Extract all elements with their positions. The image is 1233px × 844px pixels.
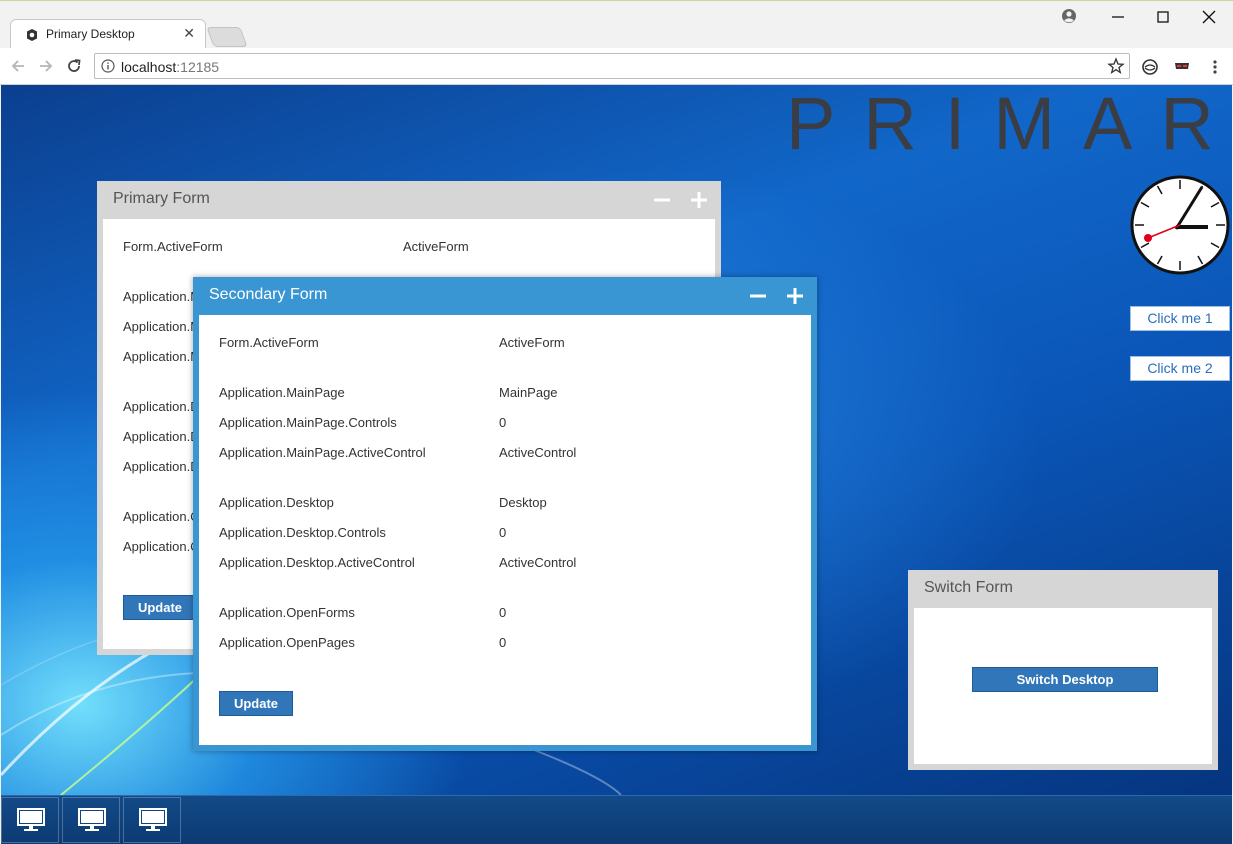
primary-row-label: Application.M bbox=[123, 319, 202, 334]
tab-close-icon[interactable]: ✕ bbox=[183, 25, 195, 42]
primary-row-label: Application.D bbox=[123, 459, 200, 474]
switch-form-body: Switch Desktop bbox=[914, 608, 1212, 764]
secondary-row-label: Application.MainPage.Controls bbox=[219, 415, 397, 430]
secondary-form-body: Form.ActiveForm ActiveForm Application.M… bbox=[199, 315, 811, 745]
secondary-form[interactable]: Secondary Form Form.ActiveForm ActiveFor… bbox=[193, 277, 817, 751]
secondary-row-label: Application.OpenPages bbox=[219, 635, 355, 650]
browser-tab[interactable]: Primary Desktop ✕ bbox=[10, 19, 206, 49]
back-icon[interactable] bbox=[8, 56, 28, 76]
extension-mask-icon[interactable] bbox=[1172, 57, 1192, 77]
secondary-row-label: Form.ActiveForm bbox=[219, 335, 319, 350]
tab-title: Primary Desktop bbox=[46, 27, 135, 41]
secondary-row-value: 0 bbox=[499, 415, 507, 430]
maximize-window-icon[interactable] bbox=[1153, 7, 1173, 27]
monitor-icon bbox=[78, 808, 106, 831]
primary-form-title: Primary Form bbox=[113, 190, 210, 207]
url-port: :12185 bbox=[176, 59, 220, 75]
primary-row-label: Application.M bbox=[123, 289, 202, 304]
secondary-row-label: Application.MainPage.ActiveControl bbox=[219, 445, 426, 460]
address-bar-row: localhost:12185 bbox=[0, 48, 1233, 85]
taskbar bbox=[1, 795, 1232, 844]
switch-form-title: Switch Form bbox=[924, 579, 1013, 596]
click-me-1-button[interactable]: Click me 1 bbox=[1130, 306, 1230, 331]
switch-form[interactable]: Switch Form Switch Desktop bbox=[908, 570, 1218, 770]
secondary-update-button[interactable]: Update bbox=[219, 691, 293, 716]
profile-icon[interactable] bbox=[1059, 7, 1079, 27]
primary-row-label: Application.M bbox=[123, 349, 202, 364]
primary-row-label: Application.O bbox=[123, 509, 201, 524]
taskbar-desktop-2[interactable] bbox=[62, 797, 120, 843]
browser-menu-icon[interactable] bbox=[1205, 57, 1225, 77]
primary-update-button[interactable]: Update bbox=[123, 595, 197, 620]
secondary-row-label: Application.OpenForms bbox=[219, 605, 355, 620]
clock-icon bbox=[1130, 175, 1230, 275]
url-host: localhost bbox=[121, 59, 177, 75]
secondary-row-label: Application.Desktop bbox=[219, 495, 334, 510]
new-tab-button[interactable] bbox=[206, 27, 248, 47]
info-icon[interactable] bbox=[101, 59, 115, 73]
switch-desktop-button[interactable]: Switch Desktop bbox=[972, 667, 1158, 692]
reload-icon[interactable] bbox=[64, 56, 84, 76]
bookmark-star-icon[interactable] bbox=[1107, 57, 1125, 75]
browser-titlebar: Primary Desktop ✕ bbox=[0, 0, 1233, 49]
secondary-row-value: ActiveForm bbox=[499, 335, 565, 350]
secondary-row-value: ActiveControl bbox=[499, 445, 577, 460]
primary-row-value: ActiveForm bbox=[403, 239, 469, 254]
monitor-icon bbox=[17, 808, 45, 831]
url-field[interactable]: localhost:12185 bbox=[94, 53, 1130, 79]
secondary-row-value: 0 bbox=[499, 635, 507, 650]
close-window-icon[interactable] bbox=[1199, 7, 1219, 27]
secondary-form-title: Secondary Form bbox=[209, 286, 328, 303]
primary-row-label: Application.O bbox=[123, 539, 201, 554]
minus-icon[interactable] bbox=[653, 191, 671, 209]
forward-icon[interactable] bbox=[36, 56, 56, 76]
desktop-background: PRIMARY Click me 1 Click me 2 Primary Fo… bbox=[1, 85, 1232, 795]
secondary-row-value: ActiveControl bbox=[499, 555, 577, 570]
url-text: localhost:12185 bbox=[121, 59, 219, 75]
primary-row-label: Form.ActiveForm bbox=[123, 239, 223, 254]
primary-row-label: Application.D bbox=[123, 429, 200, 444]
desktop-brand-text: PRIMARY bbox=[786, 85, 1232, 165]
minimize-window-icon[interactable] bbox=[1108, 7, 1128, 27]
extension-sync-icon[interactable] bbox=[1140, 57, 1160, 77]
secondary-row-label: Application.Desktop.Controls bbox=[219, 525, 386, 540]
secondary-row-value: 0 bbox=[499, 605, 507, 620]
secondary-row-value: 0 bbox=[499, 525, 507, 540]
taskbar-desktop-3[interactable] bbox=[123, 797, 181, 843]
secondary-row-value: Desktop bbox=[499, 495, 547, 510]
plus-icon[interactable] bbox=[786, 287, 804, 305]
app-favicon-icon bbox=[27, 29, 37, 41]
plus-icon[interactable] bbox=[690, 191, 708, 209]
minus-icon[interactable] bbox=[749, 287, 767, 305]
secondary-row-label: Application.MainPage bbox=[219, 385, 345, 400]
click-me-2-button[interactable]: Click me 2 bbox=[1130, 356, 1230, 381]
monitor-icon bbox=[139, 808, 167, 831]
taskbar-desktop-1[interactable] bbox=[1, 797, 59, 843]
secondary-row-label: Application.Desktop.ActiveControl bbox=[219, 555, 415, 570]
primary-row-label: Application.D bbox=[123, 399, 200, 414]
secondary-row-value: MainPage bbox=[499, 385, 558, 400]
